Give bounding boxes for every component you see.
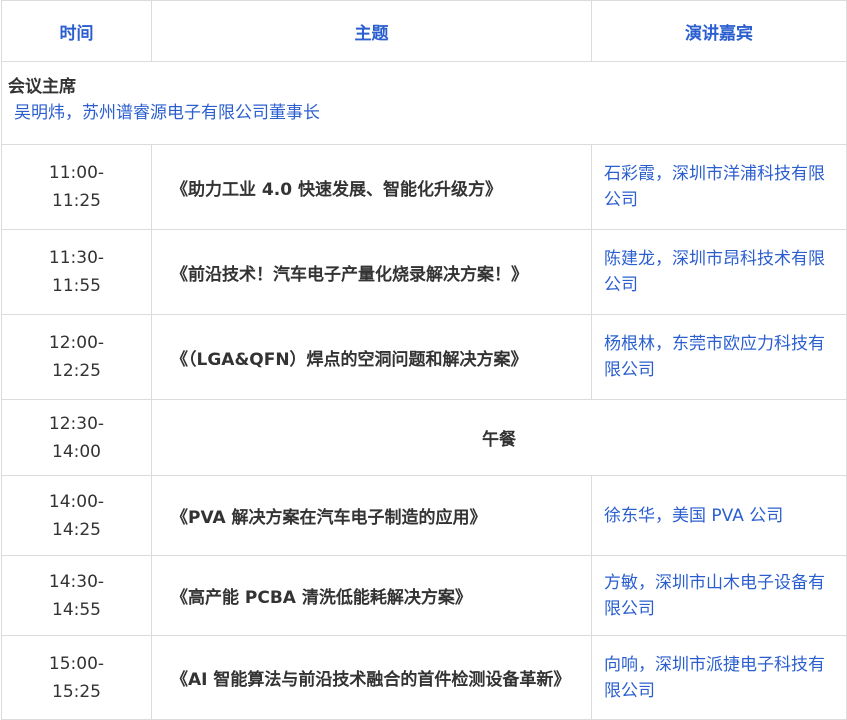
agenda-table: 时间 主题 演讲嘉宾 会议主席 吴明炜，苏州谱睿源电子有限公司董事长 11:00… [1,0,847,720]
time-start: 11:30- [48,248,105,268]
lunch-cell: 午餐 [151,399,847,476]
time-start: 14:00- [48,491,105,512]
chair-row: 会议主席 吴明炜，苏州谱睿源电子有限公司董事长 [1,61,847,145]
time-end: 12:25 [52,361,101,381]
chair-cell: 会议主席 吴明炜，苏州谱睿源电子有限公司董事长 [1,61,847,145]
time-end: 14:25 [52,519,101,540]
time-cell: 15:00- 15:25 [1,635,152,720]
header-row: 时间 主题 演讲嘉宾 [1,0,847,62]
time-start: 12:30- [48,413,105,434]
time-start: 15:00- [48,653,105,674]
header-time: 时间 [1,0,152,62]
header-speaker: 演讲嘉宾 [591,0,847,62]
time-end: 14:55 [52,599,101,620]
topic-cell: 《PVA 解决方案在汽车电子制造的应用》 [151,475,592,556]
topic-cell: 《助力工业 4.0 快速发展、智能化升级方》 [151,144,592,230]
speaker-cell: 杨根林，东莞市欧应力科技有限公司 [591,314,847,400]
speaker-cell: 向响，深圳市派捷电子科技有限公司 [591,635,847,720]
speaker-cell: 方敏，深圳市山木电子设备有限公司 [591,555,847,636]
time-cell: 12:00- 12:25 [1,314,152,400]
header-topic: 主题 [151,0,592,62]
table-row: 11:30- 11:55 《前沿技术！汽车电子产量化烧录解决方案！》 陈建龙，深… [1,229,847,315]
time-end: 15:25 [52,681,101,702]
time-cell: 11:30- 11:55 [1,229,152,315]
time-cell: 14:30- 14:55 [1,555,152,636]
chair-title: 会议主席 [8,77,76,97]
time-end: 14:00 [52,441,101,462]
time-cell: 12:30- 14:00 [1,399,152,476]
time-start: 12:00- [48,333,105,353]
speaker-cell: 石彩霞，深圳市洋浦科技有限公司 [591,144,847,230]
time-end: 11:25 [52,191,101,211]
table-row: 14:30- 14:55 《高产能 PCBA 清洗低能耗解决方案》 方敏，深圳市… [1,555,847,636]
table-row: 12:00- 12:25 《（LGA&QFN）焊点的空洞问题和解决方案》 杨根林… [1,314,847,400]
table-row: 14:00- 14:25 《PVA 解决方案在汽车电子制造的应用》 徐东华，美国… [1,475,847,556]
speaker-cell: 徐东华，美国 PVA 公司 [591,475,847,556]
time-start: 11:00- [48,163,105,183]
topic-cell: 《高产能 PCBA 清洗低能耗解决方案》 [151,555,592,636]
table-row: 11:00- 11:25 《助力工业 4.0 快速发展、智能化升级方》 石彩霞，… [1,144,847,230]
speaker-cell: 陈建龙，深圳市昂科技术有限公司 [591,229,847,315]
time-cell: 14:00- 14:25 [1,475,152,556]
topic-cell: 《前沿技术！汽车电子产量化烧录解决方案！》 [151,229,592,315]
lunch-row: 12:30- 14:00 午餐 [1,399,847,476]
topic-cell: 《（LGA&QFN）焊点的空洞问题和解决方案》 [151,314,592,400]
time-cell: 11:00- 11:25 [1,144,152,230]
table-row: 15:00- 15:25 《AI 智能算法与前沿技术融合的首件检测设备革新》 向… [1,635,847,720]
chair-name: 吴明炜，苏州谱睿源电子有限公司董事长 [14,103,320,123]
time-start: 14:30- [48,571,105,592]
topic-cell: 《AI 智能算法与前沿技术融合的首件检测设备革新》 [151,635,592,720]
time-end: 11:55 [52,276,101,296]
